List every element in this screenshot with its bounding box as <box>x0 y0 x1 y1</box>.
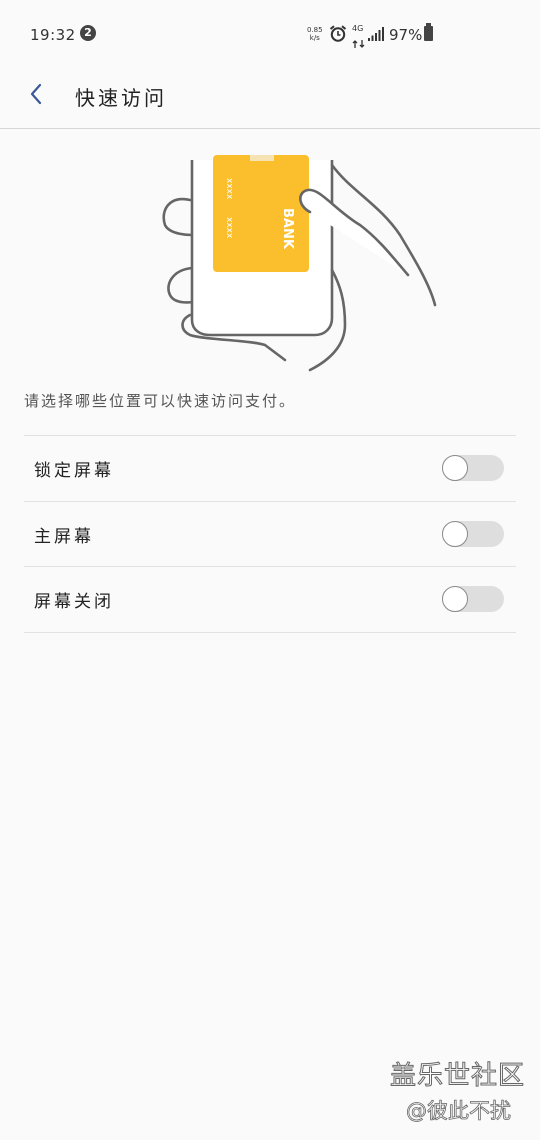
setting-label: 屏幕关闭 <box>34 592 114 612</box>
watermark-subtitle: @彼此不扰 <box>406 1099 512 1124</box>
home-screen-toggle[interactable] <box>442 521 504 547</box>
notification-badge-icon: 2 <box>80 25 96 41</box>
chevron-left-icon <box>30 83 42 105</box>
alarm-clock-icon <box>329 25 347 42</box>
watermark-title: 盖乐世社区 <box>389 1061 526 1092</box>
net-speed: 0.85 k/s <box>307 26 323 42</box>
setting-row-home-screen[interactable]: 主屏幕 <box>24 502 516 566</box>
status-time: 19:32 <box>30 26 76 44</box>
lock-screen-toggle[interactable] <box>442 455 504 481</box>
setting-row-lock-screen[interactable]: 锁定屏幕 <box>24 436 516 500</box>
battery-icon <box>424 23 433 41</box>
net-speed-value: 0.85 <box>307 26 323 34</box>
toggle-thumb <box>442 455 468 481</box>
back-button[interactable] <box>24 80 54 110</box>
network-type: 4G <box>352 24 364 33</box>
watermark: 盖乐世社区 @彼此不扰 <box>389 1055 526 1124</box>
status-bar: 19:32 2 0.85 k/s 4G 97% <box>0 0 540 70</box>
battery-percentage: 97% <box>389 26 423 44</box>
setting-label: 锁定屏幕 <box>34 461 114 481</box>
screen-off-toggle[interactable] <box>442 586 504 612</box>
card-number-b: xxxx <box>224 217 234 239</box>
setting-row-screen-off[interactable]: 屏幕关闭 <box>24 567 516 631</box>
toggle-thumb <box>442 521 468 547</box>
signal-icon <box>368 27 384 41</box>
hand-holding-phone-illustration: xxxx xxxx BANK <box>162 155 437 372</box>
card-label: BANK <box>280 208 295 250</box>
data-transfer-icon <box>352 40 365 48</box>
app-bar: 快速访问 <box>0 70 540 129</box>
setting-label: 主屏幕 <box>34 527 94 547</box>
network-indicator: 4G <box>352 25 366 52</box>
toggle-thumb <box>442 586 468 612</box>
page-title: 快速访问 <box>75 86 167 110</box>
description-text: 请选择哪些位置可以快速访问支付。 <box>24 392 297 410</box>
divider <box>24 632 516 633</box>
card-number-a: xxxx <box>224 178 234 200</box>
net-speed-unit: k/s <box>309 34 320 42</box>
